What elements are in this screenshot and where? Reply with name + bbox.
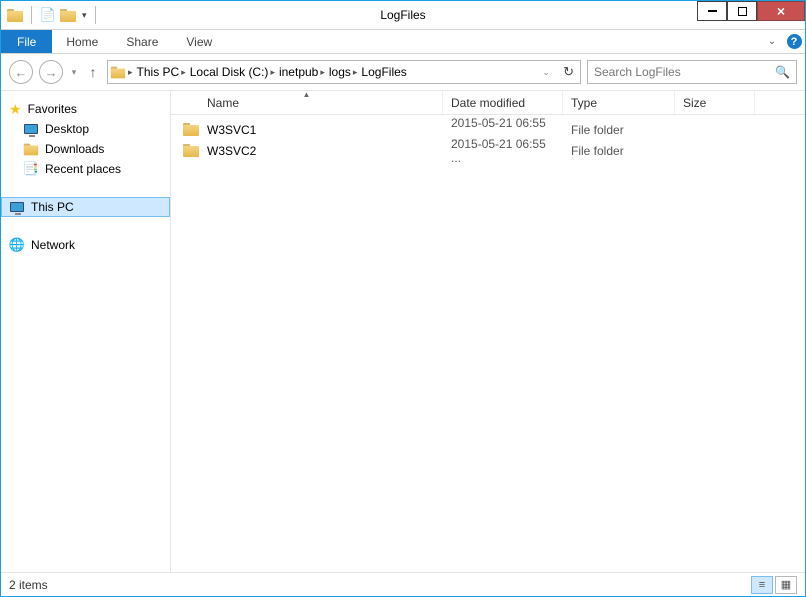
maximize-button[interactable] [727,1,757,21]
file-list: Name ▲ Date modified Type Size W3SVC1 20… [171,91,805,572]
search-icon: 🔍 [775,65,790,79]
chevron-right-icon: ▸ [128,67,133,78]
chevron-right-icon: ▸ [320,67,325,78]
details-view-button[interactable]: ≡ [751,576,773,594]
location-icon [111,66,125,78]
view-switcher: ≡ ▦ [751,576,797,594]
column-header-name[interactable]: Name ▲ [171,91,443,114]
file-date: 2015-05-21 06:55 ... [443,137,563,165]
separator [31,6,32,24]
expand-ribbon-button[interactable]: ⌄ [761,30,783,53]
address-dropdown-icon[interactable]: ⌄ [541,67,551,78]
downloads-icon [23,141,39,157]
ribbon-bar: File Home Share View ⌄ ? [1,30,805,54]
column-headers: Name ▲ Date modified Type Size [171,91,805,115]
column-label: Type [571,96,597,110]
history-dropdown-icon[interactable]: ▾ [69,67,79,78]
quick-access-toolbar: 📄 ▾ [1,6,100,24]
file-rows: W3SVC1 2015-05-21 06:55 ... File folder … [171,115,805,161]
close-icon: × [777,3,785,19]
help-icon: ? [787,34,802,49]
breadcrumb-label: inetpub [279,65,318,79]
maximize-icon [738,7,747,16]
column-header-date[interactable]: Date modified [443,91,563,114]
network-icon: 🌐 [9,237,25,253]
file-menu[interactable]: File [1,30,52,53]
file-type: File folder [563,123,675,137]
column-label: Name [207,96,239,110]
new-folder-icon[interactable] [60,9,76,22]
network-group: 🌐 Network [1,235,170,255]
folder-icon [183,144,199,157]
tab-view[interactable]: View [172,30,226,53]
properties-icon[interactable]: 📄 [40,7,56,23]
recent-places-icon: 📑 [23,161,39,177]
navigation-toolbar: ← → ▾ ↑ ▸This PC ▸Local Disk (C:) ▸inetp… [1,54,805,90]
sidebar-item-label: Desktop [45,122,89,136]
sidebar-item-downloads[interactable]: Downloads [1,139,170,159]
breadcrumb-label: logs [329,65,351,79]
app-icon [7,9,23,22]
status-text: 2 items [9,578,48,592]
sidebar-item-recent-places[interactable]: 📑 Recent places [1,159,170,179]
favorites-group: ★ Favorites Desktop Downloads 📑 Recent p… [1,99,170,179]
sidebar-item-label: Recent places [45,162,121,176]
search-placeholder: Search LogFiles [594,65,681,79]
chevron-right-icon: ▸ [181,67,186,78]
computer-icon [9,199,25,215]
navigation-pane: ★ Favorites Desktop Downloads 📑 Recent p… [1,91,171,572]
column-header-size[interactable]: Size [675,91,755,114]
chevron-right-icon: ▸ [270,67,275,78]
back-button[interactable]: ← [9,60,33,84]
file-type: File folder [563,144,675,158]
refresh-button[interactable]: ↻ [559,64,578,80]
search-input[interactable]: Search LogFiles 🔍 [587,60,797,84]
thispc-group: This PC [1,197,170,217]
chevron-right-icon: ▸ [353,67,358,78]
tab-home[interactable]: Home [52,30,112,53]
file-name: W3SVC2 [207,144,256,158]
breadcrumb-label: LogFiles [361,65,406,79]
qat-dropdown-icon[interactable]: ▾ [82,10,87,21]
breadcrumb-item[interactable]: ▸ inetpub [270,65,318,79]
breadcrumb-label: Local Disk (C:) [190,65,269,79]
sidebar-item-this-pc[interactable]: This PC [1,197,170,217]
window-controls: × [697,1,805,21]
breadcrumb-item[interactable]: ▸LogFiles [353,65,407,79]
sidebar-item-favorites[interactable]: ★ Favorites [1,99,170,119]
folder-icon [183,123,199,136]
file-name: W3SVC1 [207,123,256,137]
breadcrumb-item[interactable]: ▸ This PC [128,65,179,79]
tab-share[interactable]: Share [112,30,172,53]
address-bar[interactable]: ▸This PC ▸Local Disk (C:) ▸inetpub ▸logs… [107,60,581,84]
help-button[interactable]: ? [783,30,805,53]
title-bar: 📄 ▾ LogFiles × [1,1,805,30]
star-icon: ★ [9,101,22,118]
column-label: Date modified [451,96,525,110]
separator [95,6,96,24]
minimize-icon [708,10,717,12]
window-title: LogFiles [1,8,805,22]
sidebar-item-network[interactable]: 🌐 Network [1,235,170,255]
desktop-icon [23,121,39,137]
sidebar-item-label: Downloads [45,142,104,156]
column-label: Size [683,96,706,110]
forward-button[interactable]: → [39,60,63,84]
up-button[interactable]: ↑ [85,64,101,80]
main-area: ★ Favorites Desktop Downloads 📑 Recent p… [1,90,805,572]
status-bar: 2 items ≡ ▦ [1,572,805,596]
table-row[interactable]: W3SVC2 2015-05-21 06:55 ... File folder [171,140,805,161]
close-button[interactable]: × [757,1,805,21]
icons-view-button[interactable]: ▦ [775,576,797,594]
column-header-type[interactable]: Type [563,91,675,114]
sidebar-item-label: This PC [31,200,74,214]
sidebar-item-desktop[interactable]: Desktop [1,119,170,139]
breadcrumb-item[interactable]: ▸ logs [320,65,351,79]
breadcrumb-label: This PC [137,65,180,79]
sidebar-item-label: Favorites [28,102,77,116]
breadcrumb-item[interactable]: ▸ Local Disk (C:) [181,65,268,79]
sort-ascending-icon: ▲ [303,90,311,99]
minimize-button[interactable] [697,1,727,21]
sidebar-item-label: Network [31,238,75,252]
